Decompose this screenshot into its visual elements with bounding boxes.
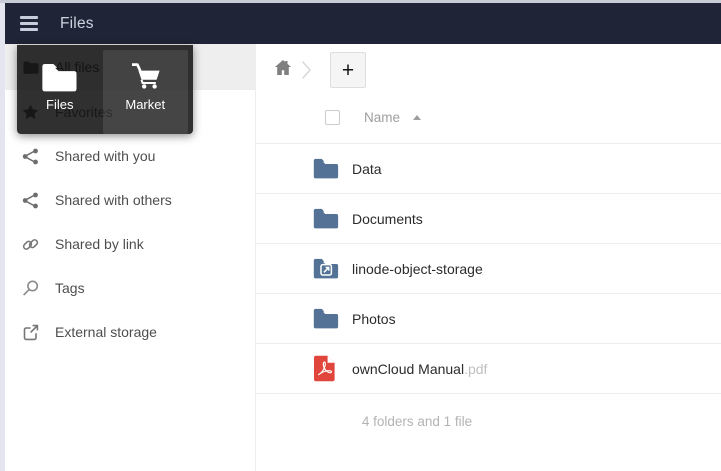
folder-blue-icon — [313, 308, 339, 330]
file-row-linode-object-storage[interactable]: linode-object-storage — [256, 243, 721, 293]
folder-blue-icon — [313, 208, 339, 230]
share-icon — [22, 148, 39, 165]
folder-blue-icon — [313, 158, 339, 180]
file-name: Documents — [352, 211, 423, 227]
external-icon — [22, 324, 39, 341]
home-breadcrumb-icon[interactable] — [274, 59, 292, 76]
sidebar-item-label: Shared with you — [55, 148, 155, 164]
sidebar-item-label: Tags — [55, 280, 85, 296]
sidebar-item-tags[interactable]: Tags — [5, 266, 255, 310]
app-menu-item-label: Market — [125, 97, 165, 112]
new-file-button[interactable]: + — [330, 52, 366, 88]
app-menu-item-market[interactable]: Market — [103, 50, 189, 134]
file-rows: Data Documents linode-object-storage Pho… — [256, 143, 721, 394]
breadcrumb-bar: + — [256, 44, 721, 96]
file-table-header: Name — [256, 96, 721, 143]
cart-icon — [128, 58, 163, 90]
name-column-header[interactable]: Name — [364, 110, 421, 125]
sidebar-item-shared-with-others[interactable]: Shared with others — [5, 178, 255, 222]
file-row-documents[interactable]: Documents — [256, 193, 721, 243]
folder-white-icon — [44, 58, 75, 90]
file-name: ownCloud Manual — [352, 361, 464, 377]
owncloud-window: Files All files Favorites Shared with yo… — [0, 0, 721, 471]
app-menu-item-files[interactable]: Files — [17, 45, 103, 134]
folder-external-icon — [313, 258, 339, 280]
file-name: linode-object-storage — [352, 261, 483, 277]
sidebar-item-label: External storage — [55, 324, 157, 340]
link-icon — [22, 236, 39, 253]
sidebar-item-shared-with-you[interactable]: Shared with you — [5, 134, 255, 178]
sidebar-item-shared-by-link[interactable]: Shared by link — [5, 222, 255, 266]
file-name: Data — [352, 161, 382, 177]
share-icon — [22, 192, 39, 209]
sidebar-item-label: Shared with others — [55, 192, 172, 208]
file-extension: .pdf — [464, 361, 487, 377]
file-row-data[interactable]: Data — [256, 143, 721, 193]
file-name: Photos — [352, 311, 396, 327]
app-switcher-menu: Files Market — [17, 45, 193, 134]
window-left-edge — [0, 3, 5, 471]
sidebar-item-label: Shared by link — [55, 236, 144, 252]
name-column-label: Name — [364, 110, 400, 125]
app-title: Files — [60, 15, 94, 33]
file-row-owncloud-manual[interactable]: ownCloud Manual.pdf — [256, 343, 721, 393]
breadcrumb-chevron-icon — [301, 60, 312, 85]
pdf-icon — [313, 358, 339, 380]
app-switcher-menu-icon[interactable] — [15, 9, 53, 39]
sidebar-item-external-storage[interactable]: External storage — [5, 310, 255, 354]
app-header: Files — [5, 3, 721, 44]
app-menu-item-label: Files — [46, 97, 73, 112]
magnifier-icon — [22, 280, 39, 297]
file-list-panel: + Name Data Documents linode-object-stor… — [256, 44, 721, 471]
window-top-edge — [0, 0, 721, 3]
select-all-checkbox[interactable] — [325, 110, 340, 125]
file-row-photos[interactable]: Photos — [256, 293, 721, 343]
file-count-summary: 4 folders and 1 file — [256, 414, 578, 429]
sort-ascending-icon — [413, 115, 421, 120]
